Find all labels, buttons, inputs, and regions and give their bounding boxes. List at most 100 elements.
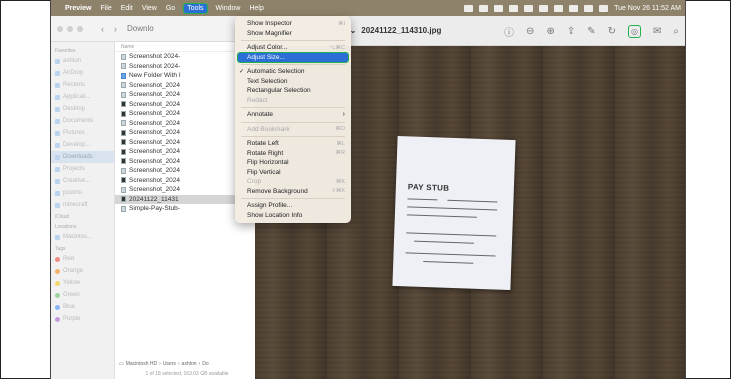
- menu-help[interactable]: Help: [249, 5, 263, 12]
- menu-item-rotate-left[interactable]: Rotate Left ⌘L: [235, 139, 351, 149]
- image-file-icon: [121, 82, 126, 89]
- document-title[interactable]: ▢ ⌄ 20241122_114310.jpg: [337, 26, 441, 35]
- sidebar-item-projects[interactable]: Projects: [51, 163, 114, 175]
- back-icon[interactable]: ‹: [101, 24, 104, 34]
- sidebar-item-macintosh[interactable]: Macintos...: [51, 231, 114, 243]
- menu-shortcut: ⌘L: [336, 140, 345, 147]
- sidebar-tag-yellow[interactable]: Yellow: [51, 277, 114, 289]
- path-item[interactable]: Do: [202, 361, 208, 367]
- sidebar-item-applications[interactable]: Applicati...: [51, 91, 114, 103]
- sidebar-item-creative[interactable]: Creative...: [51, 175, 114, 187]
- menu-item-rotate-right[interactable]: Rotate Right ⌘R: [235, 149, 351, 159]
- sidebar-item-pictures[interactable]: Pictures: [51, 127, 114, 139]
- menu-item-flip-horizontal[interactable]: Flip Horizontal: [235, 158, 351, 168]
- sidebar-tag-green[interactable]: Green: [51, 289, 114, 301]
- close-window-button[interactable]: [57, 25, 63, 32]
- menu-item-adjust-size[interactable]: Adjust Size...: [237, 51, 349, 63]
- menu-window[interactable]: Window: [216, 5, 241, 12]
- sidebar-tag-blue[interactable]: Blue: [51, 301, 114, 313]
- menu-item-remove-background[interactable]: Remove Background ⇧⌘K: [235, 187, 351, 197]
- paper-line: [413, 240, 474, 244]
- sidebar-item-documents[interactable]: Documents: [51, 115, 114, 127]
- sidebar-tag-orange[interactable]: Orange: [51, 265, 114, 277]
- file-name: Screenshot 2024-: [129, 53, 181, 61]
- status-icon[interactable]: [539, 4, 549, 12]
- finder-title: Downlo: [127, 24, 154, 33]
- zoom-out-icon[interactable]: ⊖: [526, 26, 534, 37]
- status-icon[interactable]: [464, 4, 474, 12]
- menu-separator: [241, 121, 345, 123]
- search-icon[interactable]: ⌕: [673, 26, 679, 37]
- edit-icon[interactable]: ✉: [653, 26, 661, 37]
- disk-icon: [55, 234, 60, 240]
- zoom-in-icon[interactable]: ⊕: [546, 26, 554, 37]
- path-item[interactable]: ashton: [182, 361, 197, 367]
- sidebar-item-developer[interactable]: Develop...: [51, 139, 114, 151]
- sidebar-tag-red[interactable]: Red: [51, 253, 114, 265]
- airdrop-icon: [55, 70, 60, 76]
- menu-item-annotate[interactable]: Annotate ›: [235, 110, 351, 120]
- sidebar-item-ashton[interactable]: ashton: [51, 55, 114, 67]
- status-icon[interactable]: [479, 4, 489, 12]
- forward-icon[interactable]: ›: [114, 24, 117, 34]
- disk-icon: ▭: [119, 361, 124, 367]
- menu-item-label: Flip Horizontal: [247, 159, 289, 167]
- menu-view[interactable]: View: [142, 5, 157, 12]
- markup-pen-icon[interactable]: ✎: [587, 26, 595, 37]
- markup-toolbar-icon[interactable]: ◎: [628, 24, 641, 38]
- share-icon[interactable]: ⇪: [567, 26, 575, 37]
- sidebar-item-downloads[interactable]: Downloads: [51, 151, 114, 163]
- menu-item-show-magnifier[interactable]: Show Magnifier: [235, 29, 351, 39]
- image-file-icon: [121, 120, 126, 127]
- applications-icon: [55, 94, 60, 100]
- sidebar-item-airdrop[interactable]: AirDrop: [51, 67, 114, 79]
- menu-item-assign-profile[interactable]: Assign Profile...: [235, 201, 351, 211]
- menu-item-automatic-selection[interactable]: ✓ Automatic Selection: [235, 67, 351, 77]
- control-center-icon[interactable]: [599, 4, 609, 12]
- menu-item-label: Assign Profile...: [247, 202, 293, 210]
- status-icon[interactable]: [524, 4, 534, 12]
- menu-item-adjust-color[interactable]: Adjust Color... ⌥⌘C: [235, 43, 351, 53]
- menu-item-label: Show Inspector: [247, 20, 292, 28]
- image-file-icon: [121, 148, 126, 155]
- info-icon[interactable]: ⓘ: [504, 24, 514, 39]
- file-name: New Folder With I: [129, 72, 181, 80]
- menu-go[interactable]: Go: [166, 5, 175, 12]
- menu-file[interactable]: File: [100, 5, 111, 12]
- menu-edit[interactable]: Edit: [121, 5, 133, 12]
- image-file-icon: [121, 63, 126, 70]
- folder-icon: [55, 190, 60, 196]
- sidebar-item-desktop[interactable]: Desktop: [51, 103, 114, 115]
- file-name: Screenshot_2024: [129, 81, 180, 89]
- tag-dot-icon: [55, 304, 60, 310]
- status-icon[interactable]: [509, 4, 519, 12]
- finder-titlebar: ‹ › Downlo: [51, 16, 259, 42]
- menu-shortcut: ⇧⌘K: [331, 188, 345, 195]
- chevron-right-icon: ›: [177, 361, 180, 367]
- status-icon[interactable]: [494, 4, 504, 12]
- sidebar-item-postnsi[interactable]: postnsi: [51, 187, 114, 199]
- sidebar-tag-purple[interactable]: Purple: [51, 313, 114, 325]
- menu-app-name[interactable]: Preview: [65, 5, 91, 12]
- menu-item-show-location-info[interactable]: Show Location Info: [235, 211, 351, 221]
- menu-item-text-selection[interactable]: Text Selection: [235, 77, 351, 87]
- battery-icon[interactable]: [554, 4, 564, 12]
- path-item[interactable]: Macintosh HD: [126, 361, 157, 367]
- file-name: Screenshot_2024: [129, 129, 180, 137]
- rotate-icon[interactable]: ↻: [608, 26, 616, 37]
- desktop-icon: [55, 106, 60, 112]
- sidebar-item-minecraft[interactable]: minecraft: [51, 199, 114, 211]
- image-file-icon: [121, 177, 126, 184]
- menu-item-show-inspector[interactable]: Show Inspector ⌘I: [235, 19, 351, 29]
- path-item[interactable]: Users: [163, 361, 176, 367]
- menu-item-rectangular-selection[interactable]: Rectangular Selection: [235, 86, 351, 96]
- menu-clock[interactable]: Tue Nov 26 11:52 AM: [614, 5, 681, 12]
- image-file-icon: [121, 205, 126, 212]
- search-icon[interactable]: [584, 4, 594, 12]
- zoom-window-button[interactable]: [77, 25, 83, 32]
- sidebar-item-recents[interactable]: Recents: [51, 79, 114, 91]
- menu-item-flip-vertical[interactable]: Flip Vertical: [235, 168, 351, 178]
- wifi-icon[interactable]: [569, 4, 579, 12]
- menu-tools[interactable]: Tools: [183, 2, 208, 14]
- minimize-window-button[interactable]: [67, 25, 73, 32]
